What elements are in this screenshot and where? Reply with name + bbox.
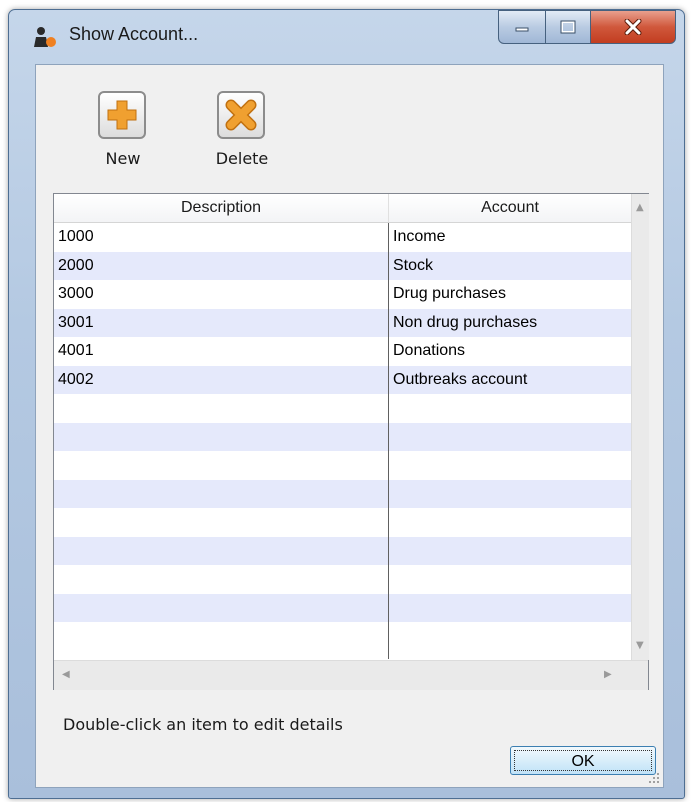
cell-account: Outbreaks account (393, 370, 528, 388)
dialog-window: Show Account... New Delete Description A… (8, 9, 685, 799)
plus-icon-frame (98, 91, 146, 139)
ok-button[interactable]: OK (510, 746, 656, 775)
x-icon-frame (217, 91, 265, 139)
cell-account: Drug purchases (393, 285, 506, 302)
minimize-icon (515, 27, 529, 32)
cell-description: 2000 (58, 256, 94, 274)
delete-button[interactable]: Delete (197, 85, 287, 185)
cell-account: Non drug purchases (393, 313, 538, 331)
close-icon (624, 19, 642, 35)
empty-row (54, 508, 631, 537)
column-header-account[interactable]: Account (389, 194, 632, 222)
table-row[interactable]: 2000 Stock (54, 251, 631, 280)
scroll-right-icon[interactable]: ▶ (604, 669, 612, 680)
dialog-client-area: New Delete Description Account 1000 Incom… (35, 64, 664, 788)
scroll-up-icon[interactable]: ▲ (636, 202, 644, 213)
maximize-button[interactable] (545, 10, 591, 44)
scroll-down-icon[interactable]: ▼ (636, 640, 644, 651)
delete-label: Delete (215, 149, 269, 168)
table-row[interactable]: 4002 Outbreaks account (54, 365, 631, 394)
table-row[interactable]: 3000 Drug purchases (54, 280, 631, 309)
cell-account: Income (393, 228, 446, 245)
table-body: 1000 Income 2000 Stock 3000 Drug purchases … (54, 223, 631, 651)
maximize-icon (560, 20, 576, 34)
cell-account: Donations (393, 342, 466, 359)
cell-description: 4002 (58, 370, 94, 388)
minimize-button[interactable] (498, 10, 546, 44)
ok-label: OK (514, 750, 652, 771)
horizontal-scrollbar[interactable]: ◀ ▶ (54, 660, 648, 690)
vertical-scrollbar[interactable]: ▲ ▼ (631, 194, 649, 660)
empty-row (54, 394, 631, 423)
account-table[interactable]: Description Account 1000 Income 2000 Stock… (53, 193, 649, 690)
empty-row (54, 422, 631, 451)
scroll-left-icon[interactable]: ◀ (62, 669, 70, 680)
status-text: Double-click an item to edit details (63, 715, 343, 734)
empty-row (54, 565, 631, 594)
table-row[interactable]: 3001 Non drug purchases (54, 308, 631, 337)
empty-row (54, 622, 631, 651)
new-button[interactable]: New (78, 85, 168, 185)
resize-grip-icon[interactable] (648, 772, 660, 784)
plus-icon (107, 100, 137, 130)
cell-description: 3001 (58, 313, 94, 331)
table-row[interactable]: 1000 Income (54, 223, 631, 252)
table-header: Description Account (54, 194, 632, 223)
close-button[interactable] (590, 10, 676, 44)
cell-description: 1000 (58, 228, 94, 245)
window-title: Show Account... (69, 24, 199, 44)
empty-row (54, 593, 631, 622)
column-header-description[interactable]: Description (54, 194, 389, 222)
cell-account: Stock (393, 256, 434, 274)
column-divider[interactable] (388, 223, 389, 659)
cell-description: 3000 (58, 285, 94, 302)
empty-row (54, 479, 631, 508)
new-label: New (105, 149, 141, 168)
empty-row (54, 536, 631, 565)
table-row[interactable]: 4001 Donations (54, 337, 631, 366)
account-icon (34, 27, 56, 47)
empty-row (54, 451, 631, 480)
cell-description: 4001 (58, 342, 94, 359)
x-icon (225, 99, 257, 131)
